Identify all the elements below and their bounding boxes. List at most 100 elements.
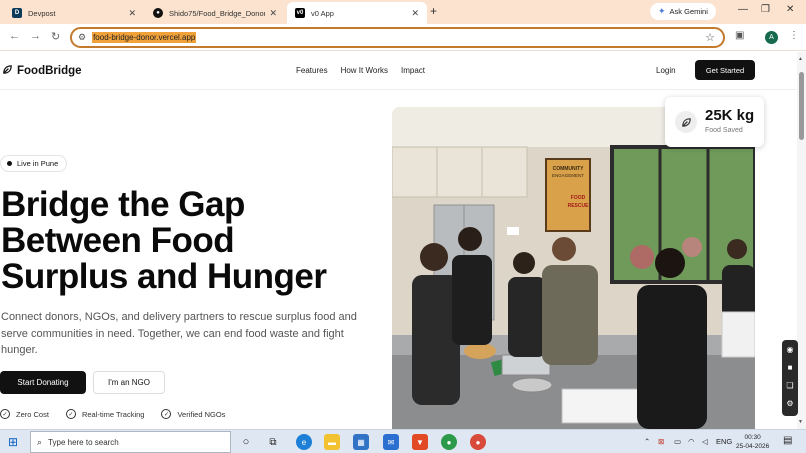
close-window-icon[interactable]: ✕ <box>786 4 794 15</box>
tab-v0-app[interactable]: v0 v0 App ✕ <box>287 2 427 24</box>
brand-logo[interactable]: FoodBridge <box>2 64 82 78</box>
badge-label: Live in Pune <box>17 159 59 168</box>
battery-icon[interactable]: ▭ <box>674 437 681 446</box>
system-clock[interactable]: 00:30 25-04-2026 <box>736 433 769 451</box>
file-explorer-icon[interactable]: ▬ <box>324 434 340 450</box>
site-info-icon[interactable]: ⚙ <box>78 32 86 43</box>
bookmark-star-icon[interactable]: ☆ <box>705 31 715 44</box>
hero-photo: COMMUNITY ENGAGEMENT FOOD RESCUE <box>392 107 755 429</box>
tab-devpost[interactable]: D Devpost ✕ <box>4 2 144 24</box>
start-donating-button[interactable]: Start Donating <box>0 371 86 394</box>
live-dot-icon <box>7 161 12 166</box>
im-an-ngo-button[interactable]: I'm an NGO <box>93 371 165 394</box>
menu-dots-icon[interactable]: ⋮ <box>789 30 799 41</box>
back-arrow-icon[interactable]: ← <box>9 30 20 42</box>
feature-item: ✓ Real-time Tracking <box>65 409 145 419</box>
gemini-spark-icon: ✦ <box>658 6 666 16</box>
nav-links: Features How It Works Impact <box>296 66 438 75</box>
address-bar[interactable]: ⚙ food-bridge-donor.vercel.app ☆ <box>70 27 725 48</box>
clock-time: 00:30 <box>744 434 761 441</box>
headline-line: Bridge the Gap <box>1 185 245 224</box>
v0-icon: v0 <box>295 8 305 18</box>
notifications-icon[interactable]: ▤ <box>783 435 792 446</box>
brave-icon[interactable]: ▼ <box>412 434 428 450</box>
restore-icon[interactable]: ❐ <box>761 4 770 15</box>
headline-line: Between Food <box>1 221 235 260</box>
feature-list: ✓ Zero Cost ✓ Real-time Tracking ✓ Verif… <box>0 409 242 419</box>
video-icon[interactable]: ■ <box>782 360 798 376</box>
github-icon: ● <box>153 8 163 18</box>
brand-name: FoodBridge <box>17 65 82 77</box>
camera-icon[interactable]: ◉ <box>782 342 798 358</box>
chrome-profile-icon[interactable]: ● <box>470 434 486 450</box>
leaf-icon <box>675 111 697 133</box>
network-icon[interactable]: ◠ <box>688 437 695 446</box>
close-tab-icon[interactable]: ✕ <box>128 8 136 19</box>
store-icon[interactable]: ▦ <box>353 434 369 450</box>
feature-label: Zero Cost <box>16 409 49 419</box>
poster-text: FOOD <box>571 195 586 201</box>
search-icon: ⌕ <box>37 436 43 447</box>
close-tab-icon[interactable]: ✕ <box>269 8 277 19</box>
ask-gemini-button[interactable]: ✦ Ask Gemini <box>650 3 716 20</box>
tray-overflow-icon[interactable]: ⌃ <box>644 437 650 446</box>
new-tab-button[interactable]: + <box>430 4 437 18</box>
minimize-icon[interactable]: — <box>738 4 748 15</box>
language-indicator[interactable]: ENG <box>716 437 732 446</box>
reload-icon[interactable]: ↻ <box>51 30 60 43</box>
site-navbar: FoodBridge Features How It Works Impact … <box>0 52 796 90</box>
login-link[interactable]: Login <box>656 66 676 75</box>
tab-github[interactable]: ● Shido75/Food_Bridge_Donor: fo ✕ <box>145 2 285 24</box>
nav-link-features[interactable]: Features <box>296 66 328 75</box>
scroll-up-icon[interactable]: ▲ <box>798 56 803 62</box>
nav-link-impact[interactable]: Impact <box>401 66 425 75</box>
tab-title: v0 App <box>311 8 334 18</box>
webpage: FoodBridge Features How It Works Impact … <box>0 52 806 429</box>
edge-icon[interactable]: e <box>296 434 312 450</box>
chrome-icon[interactable]: ● <box>441 434 457 450</box>
volume-icon[interactable]: ◁ <box>702 437 708 446</box>
poster-text: RESCUE <box>568 203 590 209</box>
windows-taskbar: ⊞ ⌕ Type here to search ○ ⧉ e ▬ ▦ ✉ ▼ ● … <box>0 429 806 453</box>
feature-item: ✓ Verified NGOs <box>161 409 225 419</box>
search-placeholder: Type here to search <box>48 437 119 447</box>
ask-gemini-label: Ask Gemini <box>669 7 708 16</box>
get-started-button[interactable]: Get Started <box>695 60 755 80</box>
scrollbar-thumb[interactable] <box>799 72 804 140</box>
forward-arrow-icon[interactable]: → <box>30 30 41 42</box>
mail-icon[interactable]: ✉ <box>383 434 399 450</box>
check-circle-icon: ✓ <box>0 409 10 419</box>
tab-title: Devpost <box>28 8 56 18</box>
scroll-down-icon[interactable]: ▼ <box>798 419 803 425</box>
poster-text: ENGAGEMENT <box>552 173 584 178</box>
poster-text: COMMUNITY <box>553 166 584 172</box>
live-location-badge: Live in Pune <box>0 155 68 172</box>
nav-link-how-it-works[interactable]: How It Works <box>341 66 388 75</box>
food-saved-stat-card: 25K kg Food Saved <box>665 97 764 147</box>
windows-start-icon[interactable]: ⊞ <box>8 435 18 449</box>
browser-toolbar: ← → ↻ ⚙ food-bridge-donor.vercel.app ☆ ▣… <box>0 24 806 51</box>
hero-headline: Bridge the Gap Between Food Surplus and … <box>1 187 381 295</box>
close-tab-icon[interactable]: ✕ <box>411 8 419 19</box>
feature-label: Real-time Tracking <box>81 409 145 419</box>
headline-line: Surplus and Hunger <box>1 257 327 296</box>
leaf-icon <box>2 64 13 78</box>
feature-label: Verified NGOs <box>177 409 226 419</box>
devpost-icon: D <box>12 8 22 18</box>
floating-tool-panel: ◉ ■ ❏ ⚙ <box>782 340 798 416</box>
security-alert-icon[interactable]: ⊠ <box>658 437 664 446</box>
sidebar-icon[interactable]: ▣ <box>735 30 744 41</box>
check-circle-icon: ✓ <box>161 409 172 419</box>
stat-value: 25K kg <box>705 107 755 124</box>
copy-icon[interactable]: ❏ <box>782 378 798 394</box>
tab-title: Shido75/Food_Bridge_Donor: fo <box>169 8 266 18</box>
browser-tab-strip: D Devpost ✕ ● Shido75/Food_Bridge_Donor:… <box>0 0 806 24</box>
task-view-icon[interactable]: ⧉ <box>265 434 281 450</box>
cortana-circle-icon[interactable]: ○ <box>238 434 254 450</box>
settings-gear-icon[interactable]: ⚙ <box>782 396 798 412</box>
taskbar-search-box[interactable]: ⌕ Type here to search <box>30 431 231 453</box>
url-text[interactable]: food-bridge-donor.vercel.app <box>92 32 197 43</box>
stat-label: Food Saved <box>705 127 743 134</box>
profile-avatar[interactable]: A <box>765 31 778 44</box>
hero-subtext: Connect donors, NGOs, and delivery partn… <box>1 311 357 356</box>
